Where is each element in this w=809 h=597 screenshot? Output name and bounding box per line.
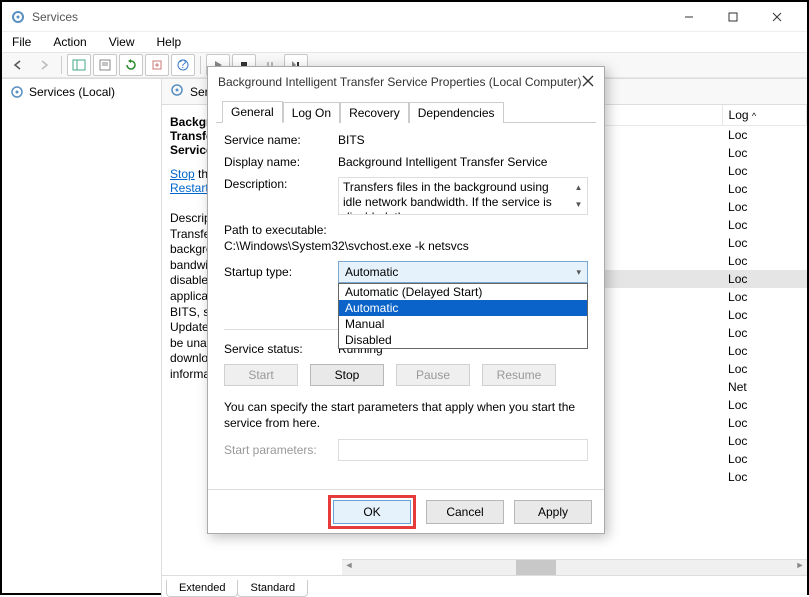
properties-dialog: Background Intelligent Transfer Service … <box>207 66 605 534</box>
apply-button[interactable]: Apply <box>514 500 592 524</box>
close-button[interactable] <box>755 3 799 31</box>
menu-view[interactable]: View <box>105 34 139 50</box>
tree-pane: Services (Local) <box>2 79 162 597</box>
dialog-body: Service name: BITS Display name: Backgro… <box>208 123 604 489</box>
ok-highlight: OK <box>328 495 416 529</box>
maximize-button[interactable] <box>711 3 755 31</box>
tab-logon[interactable]: Log On <box>283 102 340 123</box>
horizontal-scrollbar[interactable]: ◄ ► <box>342 559 807 575</box>
label-start-params: Start parameters: <box>224 443 328 457</box>
ok-button[interactable]: OK <box>333 500 411 524</box>
dialog-footer: OK Cancel Apply <box>208 489 604 533</box>
scroll-up-icon[interactable]: ▲ <box>571 179 586 196</box>
gear-icon <box>10 85 24 99</box>
tree-root-label: Services (Local) <box>29 85 115 99</box>
menu-action[interactable]: Action <box>49 34 90 50</box>
dialog-titlebar: Background Intelligent Transfer Service … <box>208 67 604 97</box>
chevron-down-icon: ▾ <box>576 267 581 278</box>
menubar: File Action View Help <box>2 32 807 52</box>
value-service-name: BITS <box>338 133 588 147</box>
label-display-name: Display name: <box>224 155 328 169</box>
services-icon <box>10 9 26 25</box>
startup-option[interactable]: Disabled <box>339 332 587 348</box>
dialog-title: Background Intelligent Transfer Service … <box>218 75 582 89</box>
resume-button: Resume <box>482 364 556 386</box>
tab-general[interactable]: General <box>222 101 283 123</box>
label-service-status: Service status: <box>224 342 328 356</box>
startup-option[interactable]: Automatic (Delayed Start) <box>339 284 587 300</box>
properties-button[interactable] <box>93 54 117 76</box>
forward-button[interactable] <box>32 54 56 76</box>
dialog-tabs: General Log On Recovery Dependencies <box>216 97 596 123</box>
pause-button: Pause <box>396 364 470 386</box>
export-button[interactable] <box>145 54 169 76</box>
start-button: Start <box>224 364 298 386</box>
tab-recovery[interactable]: Recovery <box>340 102 409 123</box>
dialog-close-button[interactable] <box>582 75 594 90</box>
show-hide-tree-button[interactable] <box>67 54 91 76</box>
help-button[interactable]: ? <box>171 54 195 76</box>
tab-standard[interactable]: Standard <box>237 580 308 597</box>
startup-option[interactable]: Automatic <box>339 300 587 316</box>
label-description: Description: <box>224 177 328 191</box>
menu-file[interactable]: File <box>8 34 35 50</box>
start-params-input <box>338 439 588 461</box>
startup-type-combo[interactable]: Automatic ▾ Automatic (Delayed Start)Aut… <box>338 261 588 283</box>
gear-icon <box>170 83 184 100</box>
tab-dependencies[interactable]: Dependencies <box>409 102 504 123</box>
label-startup-type: Startup type: <box>224 265 328 279</box>
menu-help[interactable]: Help <box>153 34 186 50</box>
tree-root[interactable]: Services (Local) <box>6 83 157 101</box>
stop-link[interactable]: Stop <box>170 167 195 181</box>
tab-extended[interactable]: Extended <box>166 580 238 597</box>
scroll-down-icon[interactable]: ▼ <box>571 196 586 213</box>
label-service-name: Service name: <box>224 133 328 147</box>
col-logon[interactable]: Log ^ <box>722 105 806 126</box>
startup-option[interactable]: Manual <box>339 316 587 332</box>
stop-button[interactable]: Stop <box>310 364 384 386</box>
refresh-button[interactable] <box>119 54 143 76</box>
restart-link[interactable]: Restart <box>170 181 209 195</box>
minimize-button[interactable] <box>667 3 711 31</box>
start-params-hint: You can specify the start parameters tha… <box>224 400 588 431</box>
titlebar: Services <box>2 2 807 32</box>
startup-type-dropdown[interactable]: Automatic (Delayed Start)AutomaticManual… <box>338 283 588 349</box>
bottom-tabs: Extended Standard <box>162 575 807 597</box>
label-path: Path to executable: <box>224 223 588 237</box>
cancel-button[interactable]: Cancel <box>426 500 504 524</box>
description-box[interactable]: Transfers files in the background using … <box>338 177 588 215</box>
value-display-name: Background Intelligent Transfer Service <box>338 155 588 169</box>
value-path: C:\Windows\System32\svchost.exe -k netsv… <box>224 239 588 253</box>
back-button[interactable] <box>6 54 30 76</box>
svg-text:?: ? <box>180 59 187 71</box>
window-title: Services <box>32 10 667 24</box>
